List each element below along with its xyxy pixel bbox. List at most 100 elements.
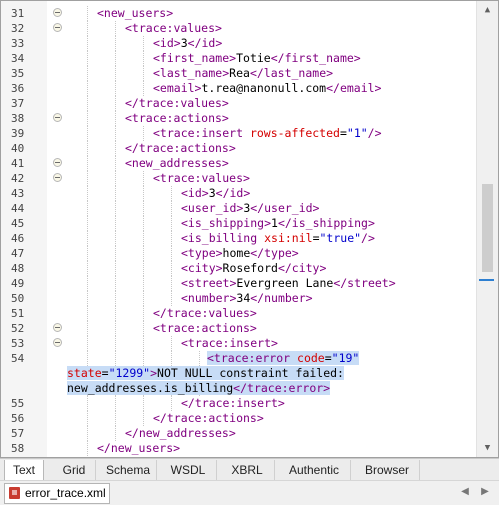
code-line[interactable]: 58 </new_users> [1, 441, 476, 456]
code-line[interactable]: 56 </trace:actions> [1, 411, 476, 426]
indent-guide [115, 321, 116, 336]
indent-guide [87, 201, 88, 216]
tab-authentic[interactable]: Authentic [278, 460, 351, 480]
code-line[interactable]: 55 </trace:insert> [1, 396, 476, 411]
indent-guide [87, 126, 88, 141]
indent-guide [87, 171, 88, 186]
indent-guide [115, 201, 116, 216]
code-text: <street>Evergreen Lane</street> [181, 276, 396, 290]
code-line[interactable]: 35 <last_name>Rea</last_name> [1, 66, 476, 81]
line-number: 43 [11, 187, 25, 200]
indent-guide [143, 321, 144, 336]
code-line[interactable]: 51 </trace:values> [1, 306, 476, 321]
fold-toggle-icon[interactable] [53, 113, 62, 122]
line-number: 40 [11, 142, 25, 155]
indent-guide [171, 246, 172, 261]
code-text: <id>3</id> [153, 36, 223, 50]
fold-toggle-icon[interactable] [53, 8, 62, 17]
indent-guide [87, 306, 88, 321]
fold-toggle-icon[interactable] [53, 173, 62, 182]
code-line[interactable]: 32 <trace:values> [1, 21, 476, 36]
fold-toggle-icon[interactable] [53, 158, 62, 167]
indent-guide [87, 216, 88, 231]
line-number: 57 [11, 427, 25, 440]
fold-toggle-icon[interactable] [53, 323, 62, 332]
tab-text[interactable]: Text [4, 460, 44, 481]
indent-guide [87, 81, 88, 96]
code-line[interactable]: 42 <trace:values> [1, 171, 476, 186]
indent-guide [87, 411, 88, 426]
code-line[interactable]: 43 <id>3</id> [1, 186, 476, 201]
code-text: <trace:error code="19" state="1299">NOT N… [67, 351, 360, 395]
indent-guide [143, 336, 144, 351]
indent-guide [87, 396, 88, 411]
indent-guide [115, 96, 116, 111]
code-line[interactable]: 45 <is_shipping>1</is_shipping> [1, 216, 476, 231]
document-tab[interactable]: error_trace.xml [4, 483, 110, 504]
code-line[interactable]: 40 </trace:actions> [1, 141, 476, 156]
indent-guide [87, 186, 88, 201]
fold-toggle-icon[interactable] [53, 338, 62, 347]
indent-guide [115, 246, 116, 261]
xml-text-editor[interactable]: 31 <new_users> 32 <trace:values> 33 <id>3</id… [0, 0, 499, 458]
code-line[interactable]: 53 <trace:insert> [1, 336, 476, 351]
indent-guide [115, 231, 116, 246]
code-line[interactable]: 39 <trace:insert rows-affected="1"/> [1, 126, 476, 141]
line-number: 55 [11, 397, 25, 410]
code-line[interactable]: 33 <id>3</id> [1, 36, 476, 51]
indent-guide [115, 171, 116, 186]
code-line[interactable]: 44 <user_id>3</user_id> [1, 201, 476, 216]
code-line[interactable]: 31 <new_users> [1, 6, 476, 21]
indent-guide [143, 51, 144, 66]
chevron-right-icon[interactable]: ▶ [478, 485, 492, 499]
fold-toggle-icon[interactable] [53, 23, 62, 32]
code-line[interactable]: 36 <email>t.rea@nanonull.com</email> [1, 81, 476, 96]
tab-grid[interactable]: Grid [53, 460, 96, 480]
tab-wsdl[interactable]: WSDL [160, 460, 217, 480]
indent-guide [115, 261, 116, 276]
indent-guide [143, 66, 144, 81]
line-number: 58 [11, 442, 25, 455]
triangle-up-icon[interactable]: ▲ [480, 3, 495, 17]
code-line[interactable]: 50 <number>34</number> [1, 291, 476, 306]
code-text: <trace:actions> [153, 321, 257, 335]
code-line[interactable]: 38 <trace:actions> [1, 111, 476, 126]
code-line[interactable]: 37 </trace:values> [1, 96, 476, 111]
indent-guide [87, 246, 88, 261]
code-text: </new_users> [97, 441, 181, 455]
code-line[interactable]: 52 <trace:actions> [1, 321, 476, 336]
scrollbar-thumb[interactable] [482, 184, 493, 272]
code-line[interactable]: 41 <new_addresses> [1, 156, 476, 171]
triangle-down-icon[interactable]: ▼ [480, 441, 495, 455]
line-number: 45 [11, 217, 25, 230]
code-line[interactable]: 34 <first_name>Totie</first_name> [1, 51, 476, 66]
indent-guide [115, 186, 116, 201]
code-line[interactable]: 54 <trace:error code="19" state="1299">NOT… [1, 351, 476, 396]
indent-guide [171, 396, 172, 411]
tab-browser[interactable]: Browser [355, 460, 420, 480]
line-number: 32 [11, 22, 25, 35]
code-line[interactable]: 49 <street>Evergreen Lane</street> [1, 276, 476, 291]
indent-guide [143, 231, 144, 246]
indent-guide [171, 186, 172, 201]
tab-schema[interactable]: Schema [100, 460, 157, 480]
document-tab-label: error_trace.xml [25, 486, 106, 500]
indent-guide [115, 126, 116, 141]
tab-xbrl[interactable]: XBRL [220, 460, 275, 480]
indent-guide [87, 426, 88, 441]
indent-guide [87, 276, 88, 291]
vertical-scrollbar[interactable]: ▲ ▼ [476, 1, 498, 457]
code-text: <is_billing xsi:nil="true"/> [181, 231, 375, 245]
code-text: <trace:actions> [125, 111, 229, 125]
code-line[interactable]: 46 <is_billing xsi:nil="true"/> [1, 231, 476, 246]
line-number: 52 [11, 322, 25, 335]
indent-guide [143, 36, 144, 51]
indent-guide [115, 396, 116, 411]
chevron-left-icon[interactable]: ◀ [458, 485, 472, 499]
indent-guide [171, 261, 172, 276]
code-line[interactable]: 47 <type>home</type> [1, 246, 476, 261]
code-line[interactable]: 57 </new_addresses> [1, 426, 476, 441]
indent-guide [87, 231, 88, 246]
code-line[interactable]: 48 <city>Roseford</city> [1, 261, 476, 276]
indent-guide [143, 246, 144, 261]
